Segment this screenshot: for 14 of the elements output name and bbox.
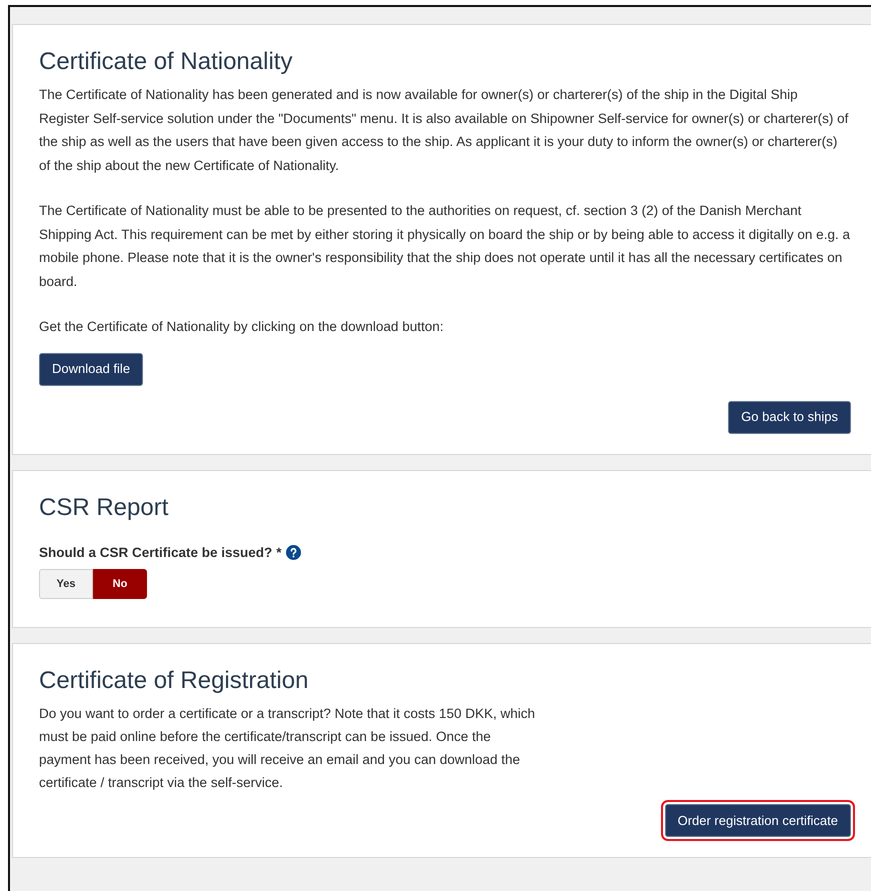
section-title: Certificate of Nationality [39, 47, 294, 77]
paragraph: The Certificate of Nationality has been generated and is now available for owner(s) or charterer(s) of the ship in the Digital Ship Register Self-service solution under the "Documents" menu. It is also available on Shipowner Self-service for owner(s) or charterer(s) of the ship as well as the users that have been given access to the ship. As applicant it is your duty to inform the owner(s) or charterer(s) of the ship about the new Certificate of Nationality. [39, 86, 850, 175]
download-button[interactable]: Download file [39, 352, 144, 386]
toggle-option[interactable]: No [93, 568, 147, 599]
paragraph: Do you want to order a certificate or a transcript? Note that it costs 150 DKK, which must be paid online before the certificate/transcript can be issued. Once the payment has been received, you will receive an email and you can download the certificate / transcript via the self-service. [39, 704, 536, 792]
section-title: Certificate of Registration [39, 666, 310, 696]
section-title: CSR Report [39, 492, 170, 522]
question-label: Should a CSR Certificate be issued? [39, 544, 272, 562]
paragraph: Get the Certificate of Nationality by clicking on the download button: [39, 318, 444, 336]
paragraph: The Certificate of Nationality must be able to be presented to the authorities on request, cf. section 3 (2) of the Danish Merchant Shipping Act. This requirement can be met by either storing it physically on board the ship or by being able to access it digitally on e.g. a mobile phone. Please note that it is the owner's responsibility that the ship does not operate until it has all the necessary certificates on board. [39, 202, 851, 290]
required-mark: * [276, 544, 282, 562]
help-icon [286, 545, 301, 560]
toggle-option[interactable]: Yes [39, 568, 93, 599]
back-button[interactable]: Go back to ships [728, 400, 851, 434]
